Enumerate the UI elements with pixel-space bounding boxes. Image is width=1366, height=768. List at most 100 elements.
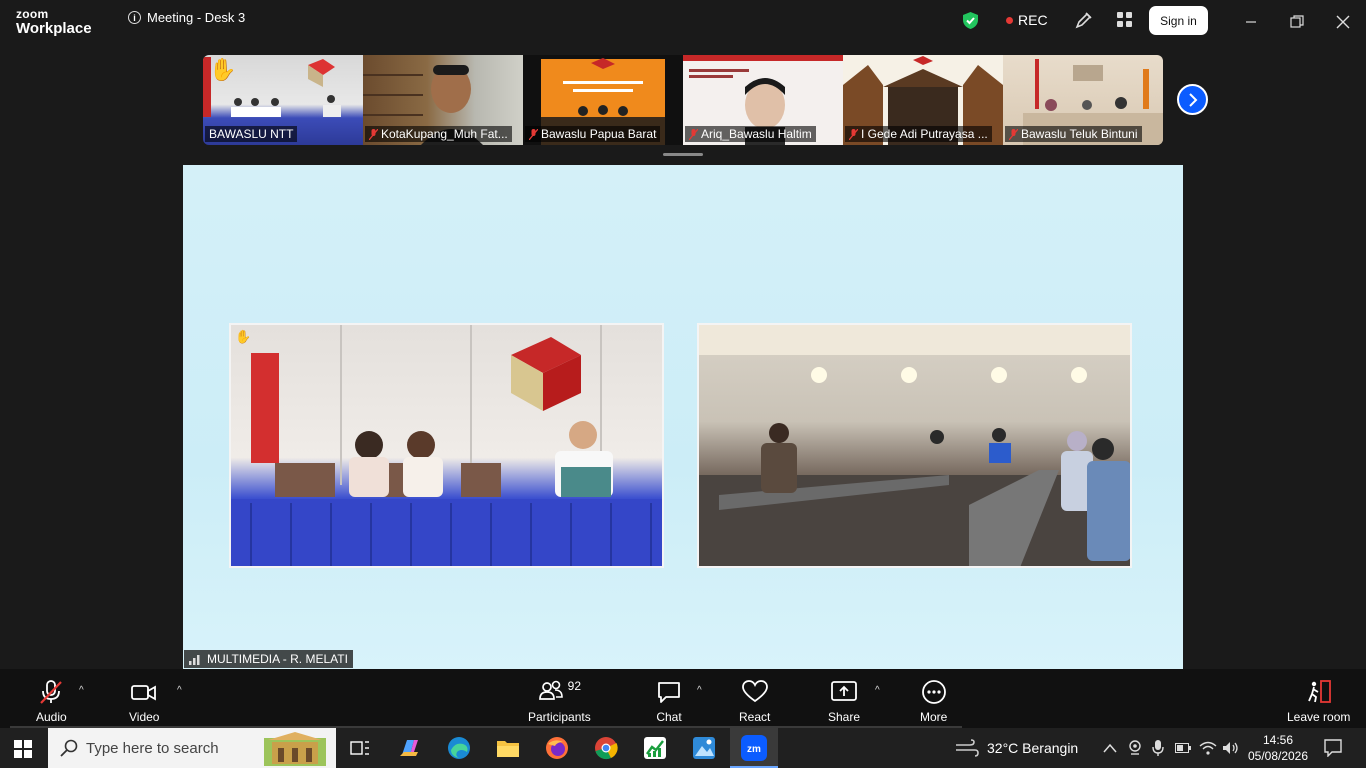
wind-weather-icon [956, 739, 979, 757]
meeting-controls-toolbar: Audio ^ Video ^ 92 Participants Chat ^ R… [0, 669, 1366, 728]
windows-taskbar: Type here to search zm 32°C Berangin 14:… [0, 728, 1366, 768]
active-speaker-name: MULTIMEDIA - R. MELATI [207, 652, 348, 666]
restore-icon[interactable] [1285, 10, 1309, 34]
audio-label: Audio [36, 710, 67, 724]
participant-name: KotaKupang_Muh Fat... [381, 127, 508, 141]
participant-thumbnail[interactable]: KotaKupang_Muh Fat... [363, 55, 523, 145]
share-label: Share [828, 710, 861, 724]
participant-name: Bawaslu Papua Barat [541, 127, 657, 141]
meeting-info[interactable]: i Meeting - Desk 3 [128, 10, 245, 25]
video-button[interactable]: Video [129, 679, 159, 724]
next-page-button[interactable] [1177, 84, 1208, 115]
system-clock[interactable]: 14:56 05/08/2026 [1247, 728, 1309, 768]
signal-strength-icon [189, 654, 200, 665]
mic-muted-icon [369, 128, 378, 140]
chat-options-caret-icon[interactable]: ^ [697, 685, 702, 696]
close-icon[interactable] [1331, 10, 1355, 34]
participant-thumbnail[interactable]: I Gede Adi Putrayasa ... [843, 55, 1003, 145]
show-hidden-icons-chevron-icon[interactable] [1103, 728, 1117, 768]
more-button[interactable]: More [920, 679, 947, 724]
participant-thumbnail[interactable]: ✋ BAWASLU NTT [203, 55, 363, 145]
clock-date: 05/08/2026 [1247, 749, 1309, 763]
battery-icon[interactable] [1175, 728, 1191, 768]
sign-in-button[interactable]: Sign in [1149, 6, 1208, 35]
weather-text: 32°C Berangin [987, 740, 1079, 756]
zoom-taskbar-app[interactable]: zm [730, 728, 778, 768]
chat-label: Chat [656, 710, 682, 724]
heart-icon [741, 680, 768, 703]
shared-feed-right [697, 323, 1132, 568]
logo-workplace: Workplace [16, 20, 92, 37]
share-screen-icon [831, 681, 857, 701]
copilot-icon[interactable] [396, 734, 424, 762]
raised-hand-icon: ✋ [209, 57, 237, 82]
react-label: React [739, 710, 771, 724]
shield-icon[interactable] [962, 11, 979, 30]
chat-button[interactable]: Chat [656, 679, 682, 724]
mic-muted-icon [40, 680, 63, 704]
search-icon [60, 739, 78, 757]
zoom-app-icon: zm [741, 735, 767, 761]
share-options-caret-icon[interactable]: ^ [875, 685, 880, 696]
mic-muted-icon [529, 128, 538, 140]
record-dot-icon [1006, 16, 1013, 24]
share-button[interactable]: Share [828, 679, 860, 724]
taskbar-search-box[interactable]: Type here to search [48, 728, 336, 768]
participant-name-tag: Ariq_Bawaslu Haltim [685, 126, 816, 142]
more-dots-icon [921, 680, 946, 704]
chat-icon [658, 682, 680, 703]
exit-door-icon [1307, 680, 1331, 703]
raised-hand-icon: ✋ [235, 329, 252, 344]
chrome-icon[interactable] [592, 734, 620, 762]
active-speaker-video: ✋ [183, 165, 1183, 669]
participants-button[interactable]: 92 Participants [528, 679, 591, 724]
audio-options-caret-icon[interactable]: ^ [79, 685, 84, 696]
wifi-icon[interactable] [1199, 728, 1217, 768]
edge-browser-icon[interactable] [445, 734, 473, 762]
strip-resize-handle[interactable] [663, 153, 703, 156]
more-label: More [920, 710, 948, 724]
participant-thumbnail[interactable]: Bawaslu Teluk Bintuni [1003, 55, 1163, 145]
apps-grid-icon[interactable] [1116, 11, 1133, 28]
mic-muted-icon [1009, 128, 1018, 140]
video-options-caret-icon[interactable]: ^ [177, 685, 182, 696]
edit-pen-icon[interactable] [1075, 11, 1093, 29]
mic-muted-icon [689, 128, 698, 140]
volume-icon[interactable] [1222, 728, 1240, 768]
participants-icon [538, 680, 563, 700]
search-placeholder: Type here to search [86, 739, 219, 757]
meeting-stage: ✋ BAWASLU NTT KotaKupang_Muh Fat... Bawa… [0, 44, 1366, 669]
participant-name-tag: BAWASLU NTT [205, 126, 298, 142]
participant-thumbnail[interactable]: Ariq_Bawaslu Haltim [683, 55, 843, 145]
leave-label: Leave room [1287, 710, 1351, 724]
participant-name: Ariq_Bawaslu Haltim [701, 127, 812, 141]
participant-name-tag: I Gede Adi Putrayasa ... [845, 126, 992, 142]
participant-name-tag: KotaKupang_Muh Fat... [365, 126, 512, 142]
audio-button[interactable]: Audio [36, 679, 67, 724]
participants-label: Participants [528, 710, 591, 724]
photos-app-icon[interactable] [690, 734, 718, 762]
webcam-status-icon[interactable] [1128, 728, 1142, 768]
minimize-icon[interactable] [1239, 10, 1263, 34]
mic-muted-icon [849, 128, 858, 140]
stocks-app-icon[interactable] [641, 734, 669, 762]
task-view-icon[interactable] [346, 734, 374, 762]
file-explorer-icon[interactable] [494, 734, 522, 762]
meeting-title: Meeting - Desk 3 [147, 10, 246, 25]
leave-room-button[interactable]: Leave room [1287, 679, 1350, 724]
info-icon[interactable]: i [128, 11, 141, 24]
participant-thumbnail[interactable]: Bawaslu Papua Barat [523, 55, 683, 145]
notifications-icon[interactable] [1324, 728, 1342, 768]
firefox-icon[interactable] [543, 734, 571, 762]
recording-indicator[interactable]: REC [1006, 12, 1048, 28]
participant-thumbnail-strip: ✋ BAWASLU NTT KotaKupang_Muh Fat... Bawa… [203, 55, 1163, 145]
react-button[interactable]: React [739, 679, 770, 724]
windows-start-icon[interactable] [14, 740, 32, 763]
shared-feed-left: ✋ [229, 323, 664, 568]
participant-name-tag: Bawaslu Papua Barat [525, 126, 661, 142]
participants-count: 92 [567, 679, 582, 693]
room-scene-left [231, 325, 662, 566]
microphone-status-icon[interactable] [1152, 728, 1164, 768]
weather-widget[interactable]: 32°C Berangin [955, 728, 1078, 768]
video-label: Video [129, 710, 160, 724]
